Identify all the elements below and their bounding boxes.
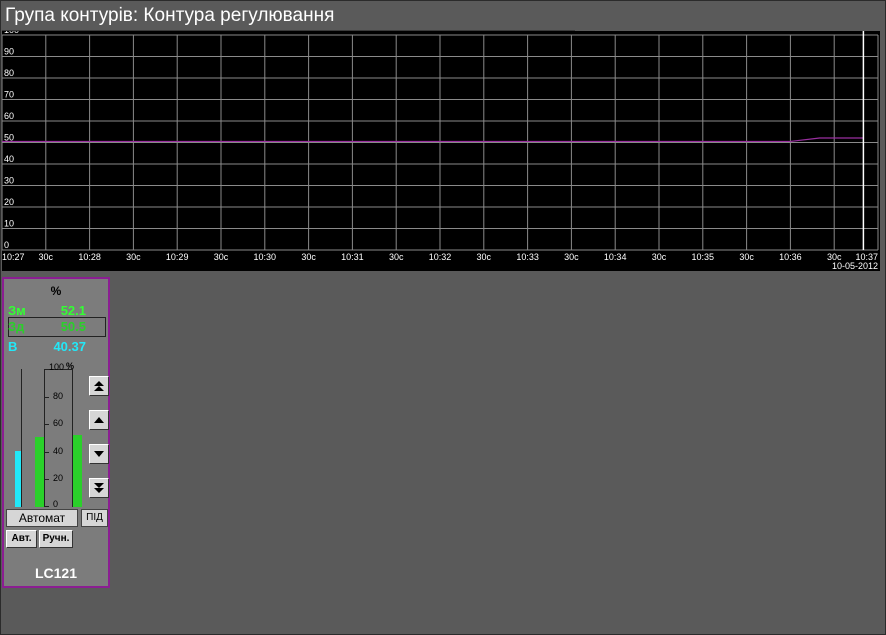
x-tick-label: 30c <box>301 252 316 262</box>
tick-60 <box>45 424 49 425</box>
fast-up-button[interactable] <box>89 376 109 396</box>
scale-label-60: 60 <box>53 418 64 428</box>
pv-value: 52.1 <box>60 303 86 318</box>
auto-button[interactable]: Авт. <box>6 530 37 548</box>
scale-label-20: 20 <box>53 473 64 483</box>
unit-label: % <box>50 284 62 298</box>
tick-20 <box>45 479 49 480</box>
scale-axis <box>44 369 45 507</box>
date-label: 10-05-2012 <box>832 261 878 271</box>
y-tick-label: 0 <box>4 240 9 250</box>
x-tick-label: 10:27 <box>2 252 25 262</box>
fast-down-button[interactable] <box>89 478 109 498</box>
controller-tag: LC121 <box>34 565 78 581</box>
x-tick-label: 10:36 <box>779 252 802 262</box>
y-tick-label: 70 <box>4 90 14 100</box>
x-tick-label: 10:35 <box>692 252 715 262</box>
out-bar-track <box>21 369 22 507</box>
x-tick-label: 30c <box>477 252 492 262</box>
out-row: В 40.37 <box>8 339 104 355</box>
scale-label-100: 100 <box>49 362 65 372</box>
window-title: Група контурів: Контура регулювання <box>5 5 335 26</box>
step-down-button[interactable] <box>89 444 109 464</box>
x-tick-label: 10:34 <box>604 252 627 262</box>
pv-bar <box>73 435 82 507</box>
sp-label: Зд <box>8 319 25 334</box>
x-tick-label: 10:29 <box>166 252 189 262</box>
tick-0 <box>45 506 49 507</box>
manual-button[interactable]: Ручн. <box>39 530 73 548</box>
tick-40 <box>45 452 49 453</box>
pid-button[interactable]: ПІД <box>81 509 108 527</box>
x-tick-label: 10:32 <box>429 252 452 262</box>
trend-chart[interactable]: 100908070605040302010010:2730c10:2830c10… <box>2 31 880 271</box>
y-tick-label: 20 <box>4 197 14 207</box>
sp-value[interactable]: 50.5 <box>61 319 86 334</box>
chevron-down-icon <box>94 451 104 457</box>
scale-label-0: 0 <box>53 499 59 509</box>
x-tick-label: 10:33 <box>516 252 539 262</box>
tick-80 <box>45 397 49 398</box>
x-tick-label: 30c <box>739 252 754 262</box>
series-line <box>2 137 864 143</box>
double-chevron-down-icon <box>94 483 104 493</box>
controller-faceplate-lc121[interactable]: % Зм 52.1 Зд 50.5 В 40.37 100 % 80 60 40… <box>2 277 110 588</box>
scale-unit: % <box>66 361 75 371</box>
out-label: В <box>8 339 18 354</box>
setpoint-bar <box>35 437 44 507</box>
step-up-button[interactable] <box>89 410 109 430</box>
output-bar <box>15 451 21 507</box>
scale-label-80: 80 <box>53 391 64 401</box>
chevron-up-icon <box>94 417 104 423</box>
trend-svg: 100908070605040302010010:2730c10:2830c10… <box>2 31 879 271</box>
x-tick-label: 30c <box>652 252 667 262</box>
x-tick-label: 30c <box>564 252 579 262</box>
y-tick-label: 10 <box>4 219 14 229</box>
y-tick-label: 60 <box>4 111 14 121</box>
x-tick-label: 10:28 <box>78 252 101 262</box>
y-tick-label: 90 <box>4 47 14 57</box>
x-tick-label: 30c <box>39 252 54 262</box>
double-chevron-up-icon <box>94 381 104 391</box>
x-tick-label: 30c <box>389 252 404 262</box>
y-tick-label: 80 <box>4 68 14 78</box>
x-tick-label: 10:31 <box>341 252 364 262</box>
x-tick-label: 30c <box>126 252 141 262</box>
pv-label: Зм <box>8 303 26 318</box>
mode-indicator: Автомат <box>6 509 78 527</box>
y-tick-label: 40 <box>4 154 14 164</box>
sp-row: Зд 50.5 <box>8 319 104 335</box>
y-tick-label: 100 <box>4 31 19 35</box>
out-value: 40.37 <box>53 339 86 354</box>
scale-label-40: 40 <box>53 446 64 456</box>
x-tick-label: 10:30 <box>254 252 277 262</box>
x-tick-label: 30c <box>214 252 229 262</box>
y-tick-label: 30 <box>4 176 14 186</box>
